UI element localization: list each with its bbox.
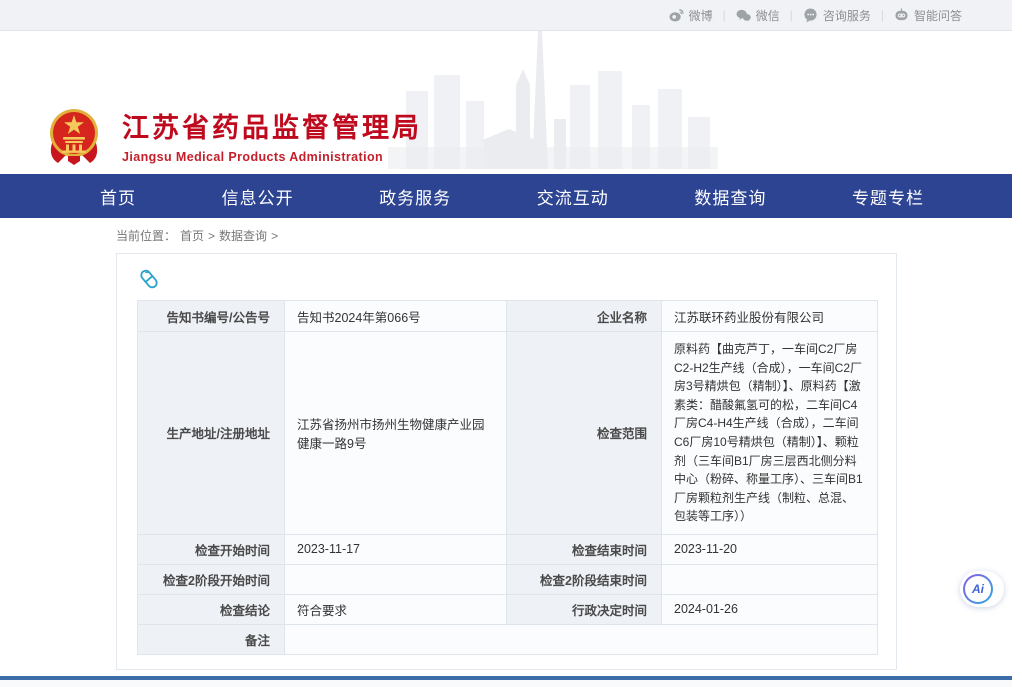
field-value-address: 江苏省扬州市扬州生物健康产业园健康一路9号 bbox=[285, 332, 507, 535]
topbar-item-label: 咨询服务 bbox=[823, 7, 871, 24]
breadcrumb-separator: > bbox=[208, 229, 215, 243]
field-value-inspection-end: 2023-11-20 bbox=[662, 534, 878, 564]
pill-capsule-icon bbox=[137, 267, 161, 296]
field-value-inspection-scope: 原料药【曲克芦丁，一车间C2厂房C2-H2生产线（合成），一车间C2厂房3号精烘… bbox=[662, 332, 878, 535]
site-subtitle: Jiangsu Medical Products Administration bbox=[122, 150, 422, 164]
site-header: 江苏省药品监督管理局 Jiangsu Medical Products Admi… bbox=[0, 31, 1012, 174]
nav-item-home[interactable]: 首页 bbox=[100, 184, 136, 209]
page: 微博 | 微信 | 咨询服务 | 智能问答 bbox=[0, 0, 1012, 687]
field-label-conclusion: 检查结论 bbox=[138, 594, 285, 624]
field-value-inspection-start: 2023-11-17 bbox=[285, 534, 507, 564]
robot-icon bbox=[894, 8, 909, 22]
topbar-separator: | bbox=[723, 8, 726, 22]
field-label-phase2-end: 检查2阶段结束时间 bbox=[507, 564, 662, 594]
inspection-detail-table: 告知书编号/公告号 告知书2024年第066号 企业名称 江苏联环药业股份有限公… bbox=[137, 300, 878, 655]
field-value-phase2-start bbox=[285, 564, 507, 594]
topbar-item-wechat[interactable]: 微信 bbox=[736, 7, 780, 24]
breadcrumb-label: 当前位置： bbox=[116, 227, 176, 244]
weibo-icon bbox=[669, 9, 684, 22]
field-label-address: 生产地址/注册地址 bbox=[138, 332, 285, 535]
panel-header bbox=[137, 266, 876, 296]
topbar-item-label: 微信 bbox=[756, 7, 780, 24]
nav-item-special-columns[interactable]: 专题专栏 bbox=[852, 184, 924, 209]
breadcrumb-section-link[interactable]: 数据查询 bbox=[219, 227, 267, 244]
topbar-item-label: 智能问答 bbox=[914, 7, 962, 24]
nav-item-info-disclosure[interactable]: 信息公开 bbox=[222, 184, 294, 209]
field-value-phase2-end bbox=[662, 564, 878, 594]
breadcrumb-home-link[interactable]: 首页 bbox=[180, 227, 204, 244]
nav-item-interaction[interactable]: 交流互动 bbox=[537, 184, 609, 209]
table-row: 检查2阶段开始时间 检查2阶段结束时间 bbox=[138, 564, 878, 594]
topbar-item-weibo[interactable]: 微博 bbox=[669, 7, 713, 24]
site-title: 江苏省药品监督管理局 bbox=[122, 113, 422, 144]
main-content: 当前位置： 首页 > 数据查询 > bbox=[0, 218, 1012, 676]
chat-icon bbox=[803, 8, 818, 22]
breadcrumb: 当前位置： 首页 > 数据查询 > bbox=[0, 218, 1012, 253]
field-label-company-name: 企业名称 bbox=[507, 301, 662, 332]
field-value-notice-number: 告知书2024年第066号 bbox=[285, 301, 507, 332]
topbar-item-consult[interactable]: 咨询服务 bbox=[803, 7, 871, 24]
table-row: 告知书编号/公告号 告知书2024年第066号 企业名称 江苏联环药业股份有限公… bbox=[138, 301, 878, 332]
detail-panel: 告知书编号/公告号 告知书2024年第066号 企业名称 江苏联环药业股份有限公… bbox=[116, 253, 897, 670]
field-value-remarks bbox=[285, 624, 878, 654]
wechat-icon bbox=[736, 9, 751, 22]
primary-nav: 首页 信息公开 政务服务 交流互动 数据查询 专题专栏 bbox=[0, 174, 1012, 218]
ai-icon: Ai bbox=[963, 574, 993, 604]
brand[interactable]: 江苏省药品监督管理局 Jiangsu Medical Products Admi… bbox=[46, 105, 422, 172]
brand-text: 江苏省药品监督管理局 Jiangsu Medical Products Admi… bbox=[122, 113, 422, 163]
topbar: 微博 | 微信 | 咨询服务 | 智能问答 bbox=[0, 0, 1012, 31]
table-row: 生产地址/注册地址 江苏省扬州市扬州生物健康产业园健康一路9号 检查范围 原料药… bbox=[138, 332, 878, 535]
field-value-conclusion: 符合要求 bbox=[285, 594, 507, 624]
city-skyline-illustration bbox=[388, 31, 718, 174]
table-row: 检查结论 符合要求 行政决定时间 2024-01-26 bbox=[138, 594, 878, 624]
field-label-remarks: 备注 bbox=[138, 624, 285, 654]
field-label-phase2-start: 检查2阶段开始时间 bbox=[138, 564, 285, 594]
ai-assistant-button[interactable]: Ai bbox=[960, 571, 1004, 607]
topbar-separator: | bbox=[790, 8, 793, 22]
field-label-inspection-start: 检查开始时间 bbox=[138, 534, 285, 564]
field-label-inspection-scope: 检查范围 bbox=[507, 332, 662, 535]
site-footer: 网站导航 联系方式 隐 bbox=[0, 676, 1012, 687]
topbar-separator: | bbox=[881, 8, 884, 22]
breadcrumb-separator: > bbox=[271, 229, 278, 243]
national-emblem-logo bbox=[46, 105, 102, 172]
table-row: 检查开始时间 2023-11-17 检查结束时间 2023-11-20 bbox=[138, 534, 878, 564]
nav-item-gov-services[interactable]: 政务服务 bbox=[379, 184, 451, 209]
field-label-decision-date: 行政决定时间 bbox=[507, 594, 662, 624]
topbar-item-label: 微博 bbox=[689, 7, 713, 24]
field-value-decision-date: 2024-01-26 bbox=[662, 594, 878, 624]
nav-item-data-query[interactable]: 数据查询 bbox=[694, 184, 766, 209]
table-row: 备注 bbox=[138, 624, 878, 654]
topbar-item-qa[interactable]: 智能问答 bbox=[894, 7, 962, 24]
field-label-inspection-end: 检查结束时间 bbox=[507, 534, 662, 564]
ai-icon-label: Ai bbox=[965, 576, 991, 602]
field-value-company-name: 江苏联环药业股份有限公司 bbox=[662, 301, 878, 332]
field-label-notice-number: 告知书编号/公告号 bbox=[138, 301, 285, 332]
